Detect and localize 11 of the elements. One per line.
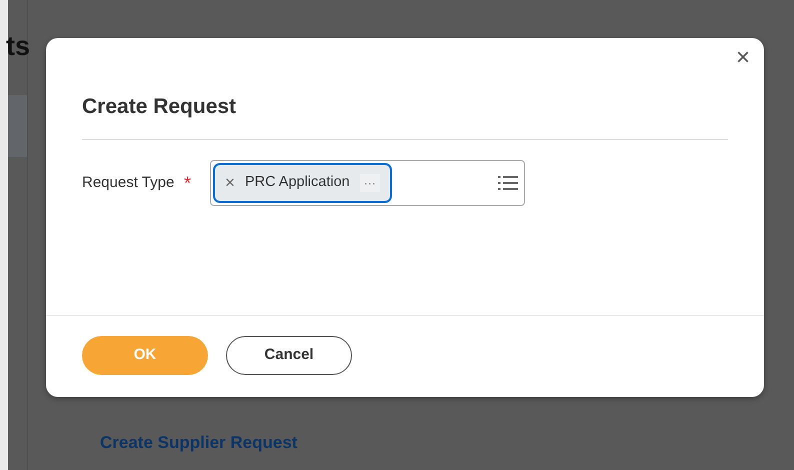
close-button[interactable]: × xyxy=(732,44,754,72)
required-mark: * xyxy=(184,172,192,195)
cancel-button[interactable]: Cancel xyxy=(226,336,352,375)
select-field[interactable]: × PRC Application ··· xyxy=(210,160,525,206)
list-icon[interactable] xyxy=(498,175,518,192)
sidebar-panel xyxy=(8,95,27,157)
dialog-title: Create Request xyxy=(82,94,238,120)
remove-icon[interactable]: × xyxy=(225,170,235,196)
more-icon[interactable]: ··· xyxy=(360,174,380,192)
field-label: Request Type xyxy=(82,172,176,193)
chip-label: PRC Application xyxy=(244,173,350,192)
